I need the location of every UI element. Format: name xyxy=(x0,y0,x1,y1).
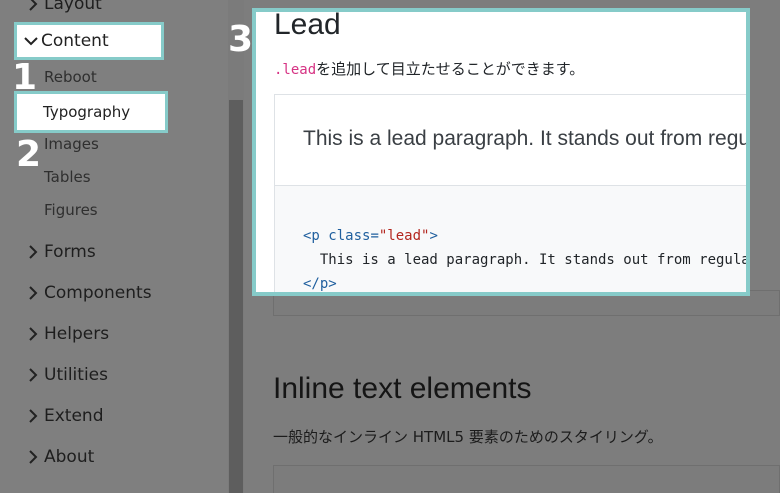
sidebar-item-about[interactable]: About xyxy=(26,443,94,471)
step-number-2: 2 xyxy=(16,134,42,175)
step-number-1: 1 xyxy=(12,57,38,98)
sidebar-item-extend[interactable]: Extend xyxy=(26,402,104,430)
chevron-right-icon xyxy=(26,285,40,301)
code-line-1: <p class="lead"> xyxy=(303,228,438,244)
sidebar-item-label: Utilities xyxy=(44,365,108,385)
code-token-tag: <p xyxy=(303,228,329,244)
chevron-right-icon xyxy=(26,244,40,260)
section-title-lead: Lead xyxy=(274,8,341,41)
chevron-right-icon xyxy=(26,449,40,465)
example-box-faded xyxy=(273,465,780,493)
sidebar-scrollbar-thumb[interactable] xyxy=(229,100,243,493)
sidebar-item-forms[interactable]: Forms xyxy=(26,238,96,266)
sidebar-item-label: Helpers xyxy=(44,324,110,344)
sidebar-item-content[interactable]: Content xyxy=(14,22,164,60)
sidebar-subitem-reboot[interactable]: Reboot xyxy=(44,65,97,89)
chevron-right-icon xyxy=(26,326,40,342)
sidebar-item-label: Extend xyxy=(44,406,104,426)
code-token-attr: class= xyxy=(328,228,379,244)
lead-section-highlight: Lead .leadを追加して目立たせることができます。 This is a l… xyxy=(252,8,750,296)
code-line-3: </p> xyxy=(303,276,337,292)
sidebar-item-components[interactable]: Components xyxy=(26,279,152,307)
code-token-tag: > xyxy=(429,228,438,244)
sidebar-item-layout[interactable]: Layout xyxy=(26,0,102,18)
lead-class-code: .lead xyxy=(274,62,317,78)
chevron-right-icon xyxy=(26,0,40,12)
chevron-right-icon xyxy=(26,408,40,424)
step-number-3: 3 xyxy=(228,19,254,60)
code-token-string: "lead" xyxy=(378,228,430,244)
sidebar-item-label: Components xyxy=(44,283,152,303)
chevron-down-icon xyxy=(23,33,38,49)
sidebar-subitem-figures[interactable]: Figures xyxy=(44,198,98,222)
sidebar-subitem-tables[interactable]: Tables xyxy=(44,165,91,189)
sidebar-item-helpers[interactable]: Helpers xyxy=(26,320,109,348)
lead-example-paragraph: This is a lead paragraph. It stands out … xyxy=(303,127,750,150)
sidebar-item-label: Content xyxy=(41,31,109,51)
sidebar-item-label: About xyxy=(44,447,95,467)
chevron-right-icon xyxy=(26,367,40,383)
sidebar-item-label: Layout xyxy=(44,0,102,14)
sidebar-item-utilities[interactable]: Utilities xyxy=(26,361,108,389)
section-desc-lead: .leadを追加して目立たせることができます。 xyxy=(274,58,584,79)
sidebar-item-label: Forms xyxy=(44,242,96,262)
section-desc-inline-text: 一般的なインライン HTML5 要素のためのスタイリング。 xyxy=(273,428,663,446)
lead-desc-text: を追加して目立たせることができます。 xyxy=(316,60,585,78)
code-line-2: This is a lead paragraph. It stands out … xyxy=(303,252,750,268)
section-title-inline-text: Inline text elements xyxy=(273,372,532,405)
example-box: This is a lead paragraph. It stands out … xyxy=(274,94,750,186)
code-block: <p class="lead"> This is a lead paragrap… xyxy=(274,185,750,292)
sidebar-subitem-typography[interactable]: Typography xyxy=(14,91,168,133)
sidebar-subitem-images[interactable]: Images xyxy=(44,132,99,156)
